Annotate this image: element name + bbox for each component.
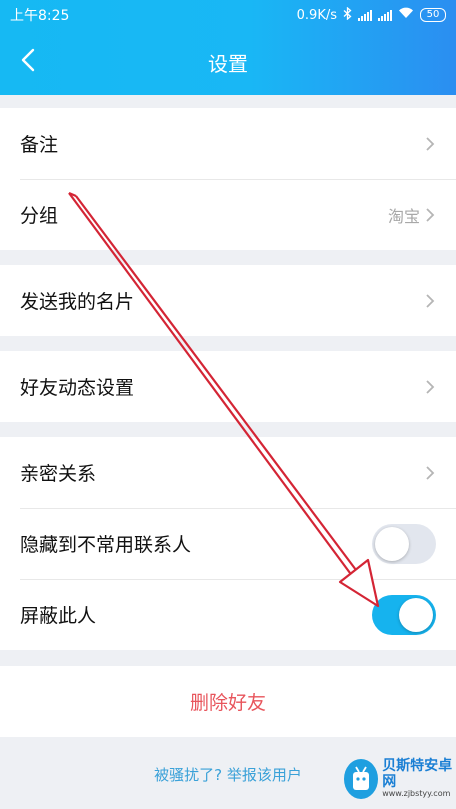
row-label: 备注 xyxy=(20,134,59,156)
signal-icon-2 xyxy=(378,9,392,21)
row-label: 亲密关系 xyxy=(20,463,97,485)
status-right: 0.9K/s 50 xyxy=(296,6,446,24)
toggle-knob xyxy=(375,526,409,561)
chevron-right-icon xyxy=(426,207,435,222)
delete-friend-label: 删除好友 xyxy=(189,692,266,714)
settings-row-block: 屏蔽此人 xyxy=(0,579,456,650)
settings-row-intimate[interactable]: 亲密关系 xyxy=(0,437,456,508)
bluetooth-icon xyxy=(343,6,352,24)
watermark-logo-icon xyxy=(344,759,379,799)
network-speed: 0.9K/s xyxy=(296,7,337,23)
status-bar: 上午8:25 0.9K/s 50 xyxy=(0,0,456,30)
chevron-right-icon xyxy=(426,293,435,308)
settings-group-1: 备注 备注 分组 淘宝 xyxy=(0,108,456,250)
chevron-right-icon xyxy=(426,136,435,151)
watermark: 贝斯特安卓网 www.zjbstyy.com xyxy=(344,751,454,807)
watermark-url: www.zjbstyy.com xyxy=(382,788,451,798)
chevron-right-icon xyxy=(426,379,435,394)
settings-group-2: 发送我的名片 xyxy=(0,265,456,336)
app-header: 上午8:25 0.9K/s 50 设置 xyxy=(0,0,456,95)
row-label: 隐藏到不常用联系人 xyxy=(20,534,192,556)
row-label: 分组 xyxy=(20,205,59,227)
row-value: 淘宝 xyxy=(387,206,420,226)
settings-row-feed-settings[interactable]: 好友动态设置 xyxy=(0,351,456,422)
delete-friend-button[interactable]: 删除好友 xyxy=(0,666,456,737)
settings-row-hide-contact: 隐藏到不常用联系人 xyxy=(0,508,456,579)
settings-row-send-card[interactable]: 发送我的名片 xyxy=(0,265,456,336)
report-text: 被骚扰了? 举报该用户 xyxy=(154,766,302,784)
row-label: 好友动态设置 xyxy=(20,377,135,399)
page-title: 设置 xyxy=(208,52,248,76)
watermark-text: 贝斯特安卓网 www.zjbstyy.com xyxy=(382,759,454,799)
watermark-name: 贝斯特安卓网 xyxy=(382,758,453,790)
settings-row-remark[interactable]: 备注 xyxy=(0,108,456,179)
status-time: 上午8:25 xyxy=(10,8,70,24)
wifi-icon xyxy=(398,7,414,23)
settings-row-group[interactable]: 备注 分组 淘宝 xyxy=(0,179,456,250)
signal-icon xyxy=(358,9,372,21)
settings-group-4: 亲密关系 隐藏到不常用联系人 屏蔽此人 xyxy=(0,437,456,650)
row-label: 发送我的名片 xyxy=(20,291,135,313)
battery-icon: 50 xyxy=(420,8,446,22)
toggle-knob xyxy=(399,597,433,632)
block-user-toggle[interactable] xyxy=(372,594,436,635)
row-label: 屏蔽此人 xyxy=(20,605,97,627)
chevron-right-icon xyxy=(426,465,435,480)
settings-group-3: 好友动态设置 xyxy=(0,351,456,422)
hide-contact-toggle[interactable] xyxy=(372,523,436,564)
nav-bar: 设置 xyxy=(0,30,456,92)
